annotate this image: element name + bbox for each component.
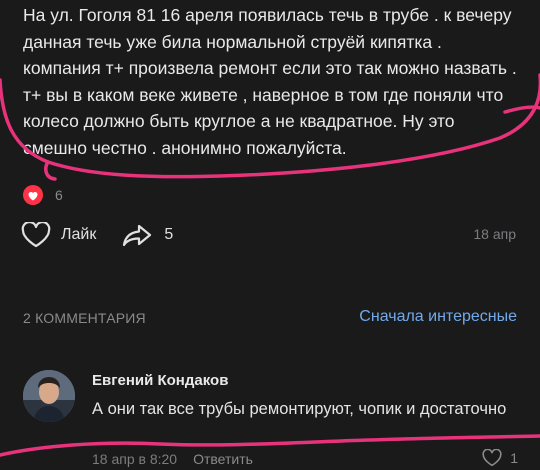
comment-meta: 18 апр в 8:20 Ответить xyxy=(92,451,253,467)
post-text: На ул. Гоголя 81 16 ареля появилась течь… xyxy=(23,5,517,158)
post-actions: Лайк 5 xyxy=(21,222,173,248)
heart-outline-icon xyxy=(482,449,502,467)
like-button[interactable]: Лайк xyxy=(21,222,96,248)
share-arrow-icon xyxy=(123,224,152,247)
comments-count-header: 2 КОММЕНТАРИЯ xyxy=(23,310,146,326)
comment-text: А они так все трубы ремонтируют, чопик и… xyxy=(92,400,507,418)
heart-outline-icon xyxy=(21,222,51,248)
heart-reaction-icon xyxy=(23,185,43,205)
post-date: 18 апр xyxy=(473,226,516,242)
like-label: Лайк xyxy=(61,226,97,243)
comment-like-button[interactable]: 1 xyxy=(482,449,518,467)
share-button[interactable]: 5 xyxy=(122,223,173,247)
reply-button[interactable]: Ответить xyxy=(193,451,253,467)
comment-like-count: 1 xyxy=(510,450,518,466)
reaction-count: 6 xyxy=(55,187,63,203)
comment-author[interactable]: Евгений Кондаков xyxy=(92,372,228,389)
reactions-summary[interactable]: 6 xyxy=(23,185,63,205)
comment-time: 18 апр в 8:20 xyxy=(92,451,178,467)
sort-comments-link[interactable]: Сначала интересные xyxy=(359,308,517,326)
avatar[interactable] xyxy=(23,370,75,422)
share-count: 5 xyxy=(164,226,174,243)
